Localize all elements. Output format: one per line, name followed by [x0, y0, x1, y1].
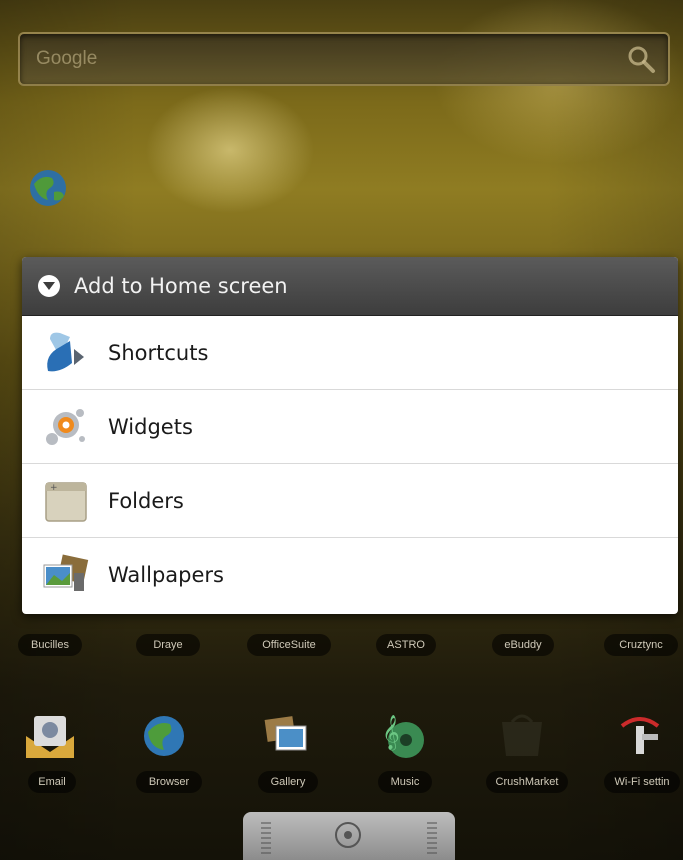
- menu-item-folders[interactable]: + Folders: [22, 464, 678, 538]
- app-label[interactable]: Cruztync: [604, 634, 678, 656]
- wallpapers-icon: [43, 554, 89, 591]
- app-label[interactable]: Email: [28, 771, 76, 793]
- menu-item-widgets[interactable]: Widgets: [22, 390, 678, 464]
- widgets-label: Widgets: [108, 414, 193, 439]
- app-label[interactable]: Gallery: [258, 771, 318, 793]
- market-icon[interactable]: [494, 708, 550, 764]
- desktop-browser-icon[interactable]: [22, 162, 74, 214]
- app-label[interactable]: Bucilles: [18, 634, 82, 656]
- menu-item-wallpapers[interactable]: Wallpapers: [22, 538, 678, 612]
- svg-text:+: +: [50, 483, 58, 493]
- gallery-icon[interactable]: [258, 708, 314, 764]
- app-label[interactable]: Music: [378, 771, 432, 793]
- folder-icon: +: [45, 481, 87, 522]
- dock-grip-right: [427, 822, 437, 856]
- app-drawer-icon[interactable]: [335, 822, 361, 848]
- menu-item-shortcuts[interactable]: Shortcuts: [22, 316, 678, 390]
- widgets-icon: [46, 408, 85, 445]
- browser-icon[interactable]: [136, 708, 192, 764]
- shortcuts-label: Shortcuts: [108, 340, 209, 365]
- app-label[interactable]: Browser: [136, 771, 202, 793]
- google-search-bar[interactable]: Google: [18, 32, 670, 86]
- music-icon[interactable]: 𝄞: [374, 708, 430, 764]
- app-drawer-handle[interactable]: [243, 812, 455, 860]
- email-icon[interactable]: [22, 708, 78, 764]
- app-label[interactable]: ASTRO: [376, 634, 436, 656]
- folders-label: Folders: [108, 488, 184, 513]
- dropdown-circle-icon: [38, 275, 60, 297]
- app-label[interactable]: CrushMarket: [486, 771, 568, 793]
- app-label[interactable]: Draye: [136, 634, 200, 656]
- dialog-header: Add to Home screen: [22, 257, 678, 316]
- app-label[interactable]: OfficeSuite: [247, 634, 331, 656]
- dock-grip-left: [261, 822, 271, 856]
- add-to-home-dialog: Add to Home screen Shortcuts Widgets + F…: [22, 257, 678, 614]
- app-label[interactable]: Wi-Fi settin: [604, 771, 680, 793]
- wifi-settings-icon[interactable]: [612, 708, 668, 764]
- shortcuts-icon: [47, 332, 84, 371]
- search-icon[interactable]: [626, 44, 656, 74]
- wallpapers-label: Wallpapers: [108, 563, 224, 587]
- app-label[interactable]: eBuddy: [492, 634, 554, 656]
- svg-text:𝄞: 𝄞: [382, 715, 400, 751]
- search-placeholder: Google: [36, 48, 98, 69]
- dialog-title: Add to Home screen: [74, 274, 288, 298]
